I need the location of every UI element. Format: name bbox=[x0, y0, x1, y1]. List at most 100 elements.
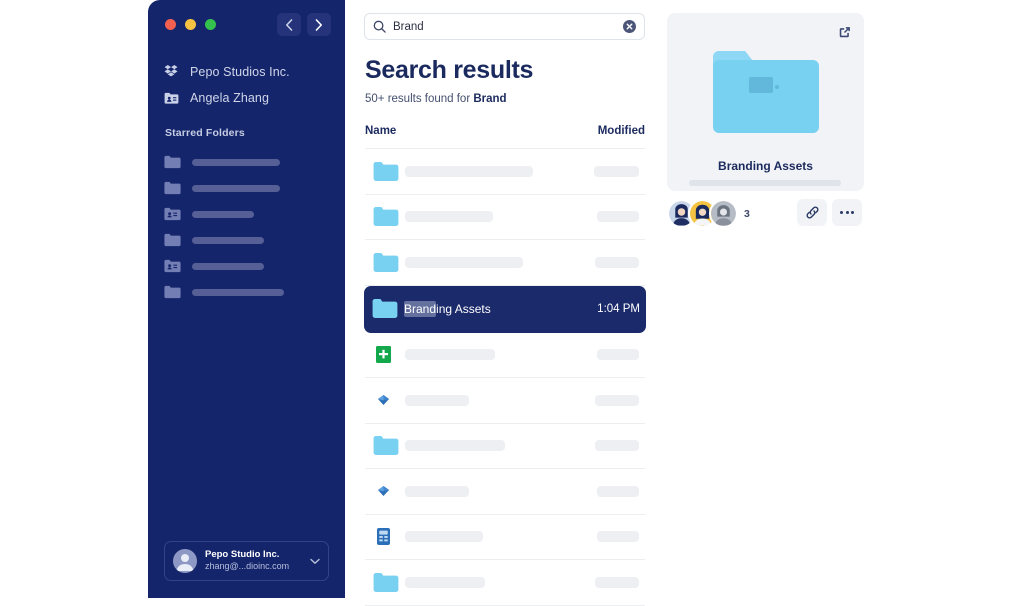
account-switcher-card[interactable]: Pepo Studio Inc. zhang@...dioinc.com bbox=[164, 541, 329, 581]
close-window-button[interactable] bbox=[165, 19, 176, 30]
ellipsis-icon bbox=[840, 211, 854, 214]
row-name bbox=[401, 531, 581, 543]
row-name bbox=[401, 165, 581, 177]
row-file-icon bbox=[373, 435, 401, 456]
search-input-container[interactable]: Brand bbox=[364, 13, 645, 40]
maximize-window-button[interactable] bbox=[205, 19, 216, 30]
navigation-arrows bbox=[277, 13, 331, 36]
row-file-icon bbox=[373, 161, 401, 182]
row-file-icon bbox=[373, 524, 401, 549]
table-row[interactable] bbox=[365, 560, 645, 606]
table-row[interactable] bbox=[365, 424, 645, 469]
row-file-icon bbox=[373, 342, 401, 367]
folder-icon bbox=[164, 155, 181, 169]
account-name: Pepo Studio Inc. bbox=[205, 549, 280, 561]
shared-folder-icon bbox=[164, 259, 181, 273]
folder-icon bbox=[164, 181, 181, 195]
open-in-new-window-button[interactable] bbox=[834, 21, 855, 42]
preview-panel: Branding Assets 3 bbox=[667, 0, 1024, 598]
nav-back-button[interactable] bbox=[277, 13, 301, 36]
table-row[interactable] bbox=[365, 515, 645, 560]
row-name bbox=[401, 440, 581, 452]
folder-icon bbox=[373, 207, 399, 227]
nav-forward-button[interactable] bbox=[307, 13, 331, 36]
avatar[interactable] bbox=[709, 199, 738, 228]
external-link-icon bbox=[839, 26, 850, 37]
results-count-prefix: 50+ results found for bbox=[365, 93, 474, 105]
row-file-icon bbox=[372, 298, 400, 319]
row-modified bbox=[581, 576, 639, 588]
avatar bbox=[173, 549, 197, 573]
column-header-modified: Modified bbox=[597, 125, 645, 137]
folder-icon bbox=[373, 252, 399, 272]
table-row[interactable] bbox=[365, 378, 645, 424]
minimize-window-button[interactable] bbox=[185, 19, 196, 30]
spreadsheet-icon bbox=[376, 346, 391, 364]
table-row[interactable] bbox=[365, 469, 645, 515]
row-name bbox=[401, 485, 581, 497]
large-folder-icon bbox=[711, 45, 821, 142]
row-modified bbox=[581, 485, 639, 497]
sidebar-starred-folder-5[interactable] bbox=[164, 253, 334, 279]
search-icon bbox=[373, 20, 386, 33]
folder-icon bbox=[373, 161, 399, 181]
list-column-headers: Name Modified bbox=[365, 125, 645, 137]
row-name bbox=[401, 349, 581, 361]
row-file-icon bbox=[373, 388, 401, 413]
account-text: Pepo Studio Inc. zhang@...dioinc.com bbox=[205, 549, 302, 572]
row-modified bbox=[581, 531, 639, 543]
preview-subtitle-placeholder bbox=[689, 180, 841, 186]
table-row[interactable] bbox=[365, 333, 645, 378]
more-options-button[interactable] bbox=[832, 199, 862, 226]
account-email: zhang@...dioinc.com bbox=[205, 561, 290, 572]
sidebar: Pepo Studios Inc. Angela Zhang Starred F… bbox=[148, 0, 345, 598]
sidebar-starred-folder-1[interactable] bbox=[164, 149, 334, 175]
member-avatars[interactable]: 3 bbox=[667, 199, 750, 228]
sidebar-starred-folder-2[interactable] bbox=[164, 175, 334, 201]
folder-icon bbox=[164, 233, 181, 247]
starred-folder-name-placeholder bbox=[192, 236, 264, 244]
member-count: 3 bbox=[744, 207, 750, 220]
sketch-file-icon bbox=[378, 394, 389, 405]
copy-link-button[interactable] bbox=[797, 199, 827, 226]
row-file-icon bbox=[373, 572, 401, 593]
starred-folder-name-placeholder bbox=[192, 184, 280, 192]
dropbox-logo-icon bbox=[164, 64, 178, 77]
sidebar-starred-folder-4[interactable] bbox=[164, 227, 334, 253]
row-modified bbox=[581, 211, 639, 223]
chevron-down-icon[interactable] bbox=[310, 558, 320, 565]
table-row[interactable] bbox=[365, 240, 645, 286]
member-avatar-3-icon bbox=[711, 201, 736, 226]
column-header-name: Name bbox=[365, 125, 397, 137]
preview-title: Branding Assets bbox=[718, 159, 813, 173]
row-modified bbox=[581, 165, 639, 177]
row-modified bbox=[581, 349, 639, 361]
row-name bbox=[401, 256, 581, 268]
sketch-file-icon bbox=[378, 485, 389, 496]
table-row[interactable] bbox=[365, 149, 645, 195]
table-row-selected[interactable]: Branding Assets 1:04 PM bbox=[364, 285, 646, 333]
row-file-icon bbox=[373, 206, 401, 227]
row-modified: 1:04 PM bbox=[597, 302, 640, 315]
row-name bbox=[401, 576, 581, 588]
clear-search-button[interactable] bbox=[623, 20, 636, 33]
row-file-icon bbox=[373, 479, 401, 504]
row-modified bbox=[581, 256, 639, 268]
shared-folder-icon bbox=[164, 207, 181, 221]
sidebar-starred-folder-6[interactable] bbox=[164, 279, 334, 305]
starred-folder-name-placeholder bbox=[192, 210, 254, 218]
sidebar-starred-folder-3[interactable] bbox=[164, 201, 334, 227]
share-row: 3 bbox=[667, 199, 864, 228]
search-input[interactable]: Brand bbox=[393, 21, 616, 33]
folder-icon bbox=[373, 436, 399, 456]
sidebar-item-user[interactable]: Angela Zhang bbox=[164, 91, 269, 105]
table-row[interactable] bbox=[365, 195, 645, 240]
row-name: Branding Assets bbox=[404, 300, 491, 317]
page-title: Search results bbox=[365, 56, 534, 84]
shared-folder-person-icon bbox=[164, 92, 179, 104]
preview-card: Branding Assets bbox=[667, 13, 864, 191]
row-name bbox=[401, 211, 581, 223]
sidebar-item-organization[interactable]: Pepo Studios Inc. bbox=[164, 64, 290, 79]
row-name-highlight: Brand bbox=[404, 300, 437, 317]
results-count-term: Brand bbox=[473, 93, 507, 105]
